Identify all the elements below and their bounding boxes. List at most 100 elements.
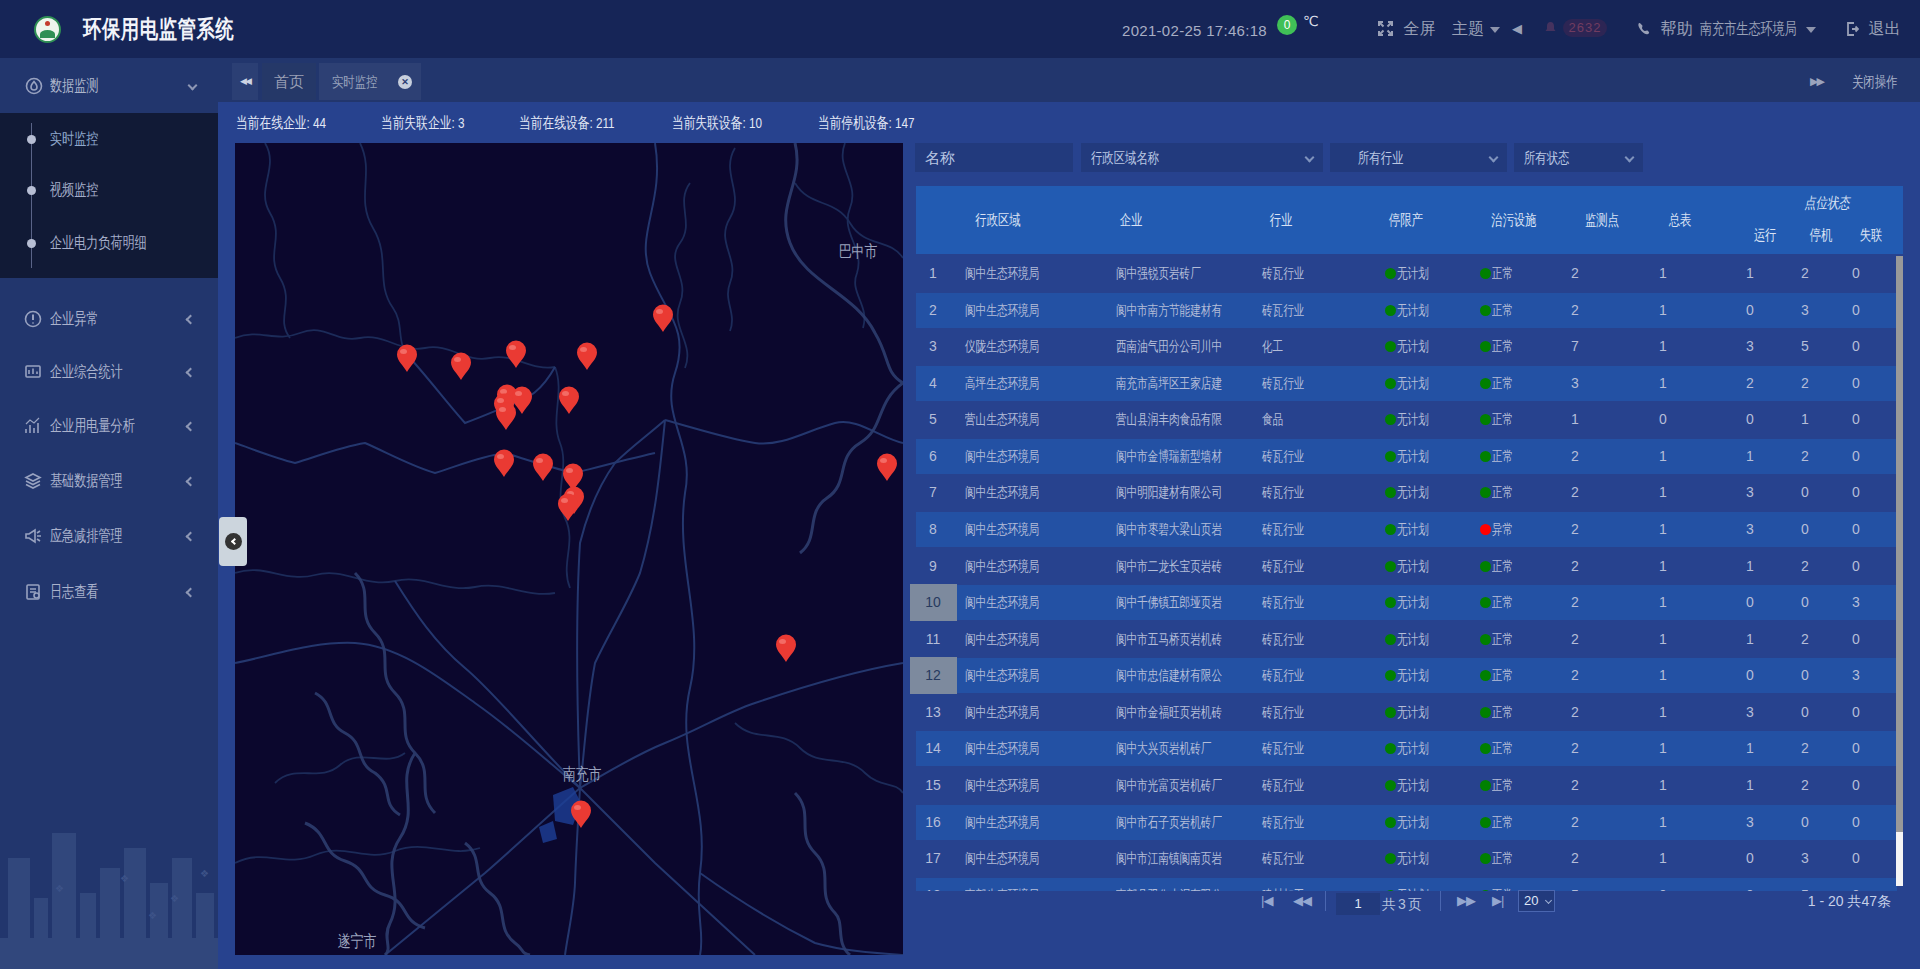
tabs-scroll-right-button[interactable]: ▶▶	[1810, 66, 1823, 96]
map-pin[interactable]	[558, 386, 580, 415]
table-row[interactable]: 3仪陇生态环境局西南油气田分公司川中化工无计划正常71350	[910, 328, 1897, 365]
page-next-button[interactable]: ▶▶	[1457, 886, 1475, 916]
sidebar-group-data-monitor[interactable]: 数据监测	[0, 58, 218, 113]
table-row[interactable]: 1阆中生态环境局阆中强锐页岩砖厂砖瓦行业无计划正常21120	[910, 255, 1897, 292]
cell-total: 1	[1659, 438, 1667, 475]
help-button[interactable]: 帮助	[1637, 0, 1692, 58]
cell-limit-plan: 无计划	[1385, 255, 1439, 292]
cell-region: 阆中生态环境局	[965, 621, 1039, 658]
header-datetime: 2021-02-25 17:46:18	[1122, 0, 1267, 58]
page-size-select[interactable]: 20	[1518, 890, 1555, 912]
map-pin[interactable]	[505, 340, 527, 369]
map-pin[interactable]	[576, 342, 598, 371]
table-row[interactable]: 7阆中生态环境局阆中明阳建材有限公司砖瓦行业无计划正常21300	[910, 474, 1897, 511]
status-dot	[1480, 817, 1491, 828]
cell-monitor: 2	[1571, 804, 1579, 841]
name-input[interactable]	[915, 143, 1073, 172]
name-filter-input[interactable]	[915, 143, 1073, 172]
cell-facility: 正常	[1480, 365, 1520, 402]
sidebar-item-1[interactable]: 企业异常	[0, 292, 218, 346]
sidebar-item-3[interactable]: 企业用电量分析	[0, 399, 218, 453]
cell-facility: 正常	[1480, 657, 1520, 694]
cell-stop: 0	[1801, 694, 1809, 731]
sidebar-item-2[interactable]: 企业综合统计	[0, 345, 218, 399]
table-row[interactable]: 9阆中生态环境局阆中市二龙长宝页岩砖砖瓦行业无计划正常21120	[910, 548, 1897, 585]
cell-total: 1	[1659, 840, 1667, 877]
fullscreen-button[interactable]: 全屏	[1378, 0, 1435, 58]
close-operations-button[interactable]: 关闭操作	[1852, 58, 1897, 102]
map-pin[interactable]	[450, 352, 472, 381]
panel-collapse-button[interactable]	[219, 517, 247, 566]
layers-icon	[24, 472, 42, 490]
logout-button[interactable]: 退出	[1845, 0, 1900, 58]
org-dropdown[interactable]: 南充市生态环境局	[1700, 0, 1816, 58]
sidebar-item-4[interactable]: 基础数据管理	[0, 454, 218, 508]
cell-lost: 3	[1852, 657, 1860, 694]
submenu-item[interactable]: 视频监控	[0, 175, 218, 205]
tab-home[interactable]: 首页	[262, 63, 316, 100]
table-row[interactable]: 13阆中生态环境局阆中市金福旺页岩机砖砖瓦行业无计划正常21300	[910, 694, 1897, 731]
map-panel[interactable]: 巴中市南充市遂宁市	[235, 143, 903, 955]
cell-region: 阆中生态环境局	[965, 584, 1039, 621]
status-filter-select[interactable]: 所有状态	[1514, 143, 1643, 172]
page-first-button[interactable]: |◀	[1261, 886, 1272, 916]
page-last-button[interactable]: ▶|	[1492, 886, 1503, 916]
sidebar-item-6[interactable]: 日志查看	[0, 565, 218, 619]
industry-filter-select[interactable]: 所有行业	[1330, 143, 1507, 172]
tabs-scroll-left-button[interactable]: ◀◀	[232, 63, 258, 100]
sidebar-item-5[interactable]: 应急减排管理	[0, 509, 218, 563]
page-prev-button[interactable]: ◀◀	[1293, 886, 1311, 916]
map-pin[interactable]	[652, 304, 674, 333]
cell-limit-plan: 无计划	[1385, 438, 1439, 475]
status-dot	[1480, 707, 1491, 718]
alert-icon	[24, 310, 42, 328]
table-row[interactable]: 17阆中生态环境局阆中市江南镇阆南页岩砖瓦行业无计划正常21030	[910, 840, 1897, 877]
table-row[interactable]: 2阆中生态环境局阆中市南方节能建材有砖瓦行业无计划正常21030	[910, 292, 1897, 329]
map-pin[interactable]	[570, 800, 592, 829]
cell-stop: 2	[1801, 438, 1809, 475]
sidebar-submenu: 实时监控视频监控企业电力负荷明细	[0, 113, 218, 278]
region-filter-select[interactable]: 行政区域名称	[1081, 143, 1323, 172]
map-pin[interactable]	[557, 493, 579, 522]
notification-badge[interactable]: 2632	[1563, 19, 1607, 37]
cell-limit-plan: 无计划	[1385, 657, 1439, 694]
submenu-item[interactable]: 实时监控	[0, 124, 218, 154]
butterfly-decoration: ❖	[120, 873, 129, 884]
mute-button[interactable]: ◀	[1512, 0, 1522, 58]
submenu-item[interactable]: 企业电力负荷明细	[0, 228, 218, 258]
table-row[interactable]: 5营山生态环境局营山县润丰肉食品有限食品无计划正常10010	[910, 401, 1897, 438]
chevron-down-icon	[1625, 153, 1635, 163]
table-row[interactable]: 14阆中生态环境局阆中大兴页岩机砖厂砖瓦行业无计划正常21120	[910, 730, 1897, 767]
sidebar: 数据监测 实时监控视频监控企业电力负荷明细 企业异常企业综合统计企业用电量分析基…	[0, 58, 218, 969]
page-number-input[interactable]: 1	[1336, 893, 1380, 915]
table-row[interactable]: 4高坪生态环境局南充市高坪区王家店建砖瓦行业无计划正常31220	[910, 365, 1897, 402]
table-row[interactable]: 12阆中生态环境局阆中市忠信建材有限公砖瓦行业无计划正常21003	[910, 657, 1897, 694]
stat-item: 当前失联企业: 3	[381, 102, 491, 143]
table-scrollbar[interactable]	[1896, 256, 1903, 886]
map-pin[interactable]	[495, 402, 517, 431]
map-pin[interactable]	[396, 344, 418, 373]
scrollbar-thumb[interactable]	[1896, 256, 1903, 832]
cell-limit-plan: 无计划	[1385, 292, 1439, 329]
chevron-left-icon	[186, 532, 196, 542]
status-dot-green	[1385, 487, 1396, 498]
map-pin[interactable]	[876, 453, 898, 482]
cell-lost: 3	[1852, 584, 1860, 621]
pagination-summary: 1 - 20 共47条	[1808, 886, 1891, 916]
table-row[interactable]: 16阆中生态环境局阆中市石子页岩机砖厂砖瓦行业无计划正常21300	[910, 804, 1897, 841]
chevron-left-icon	[186, 368, 196, 378]
map-pin[interactable]	[775, 634, 797, 663]
table-row[interactable]: 10阆中生态环境局阆中千佛镇五郎垭页岩砖瓦行业无计划正常21003	[910, 584, 1897, 621]
table-row[interactable]: 15阆中生态环境局阆中市光富页岩机砖厂砖瓦行业无计划正常21120	[910, 767, 1897, 804]
cell-company: 阆中大兴页岩机砖厂	[1116, 730, 1257, 767]
table-row[interactable]: 11阆中生态环境局阆中市五马桥页岩机砖砖瓦行业无计划正常21120	[910, 621, 1897, 658]
cell-region: 阆中生态环境局	[965, 804, 1039, 841]
map-pin[interactable]	[532, 453, 554, 482]
table-row[interactable]: 6阆中生态环境局阆中市金博瑞新型墙材砖瓦行业无计划正常21120	[910, 438, 1897, 475]
tab-realtime-monitor[interactable]: 实时监控 ✕	[319, 63, 421, 100]
cell-stop: 0	[1801, 804, 1809, 841]
tab-close-icon[interactable]: ✕	[398, 75, 412, 89]
map-pin[interactable]	[493, 449, 515, 478]
theme-dropdown[interactable]: 主题	[1452, 0, 1500, 58]
table-row[interactable]: 8阆中生态环境局阆中市枣碧大梁山页岩砖瓦行业无计划异常21300	[910, 511, 1897, 548]
